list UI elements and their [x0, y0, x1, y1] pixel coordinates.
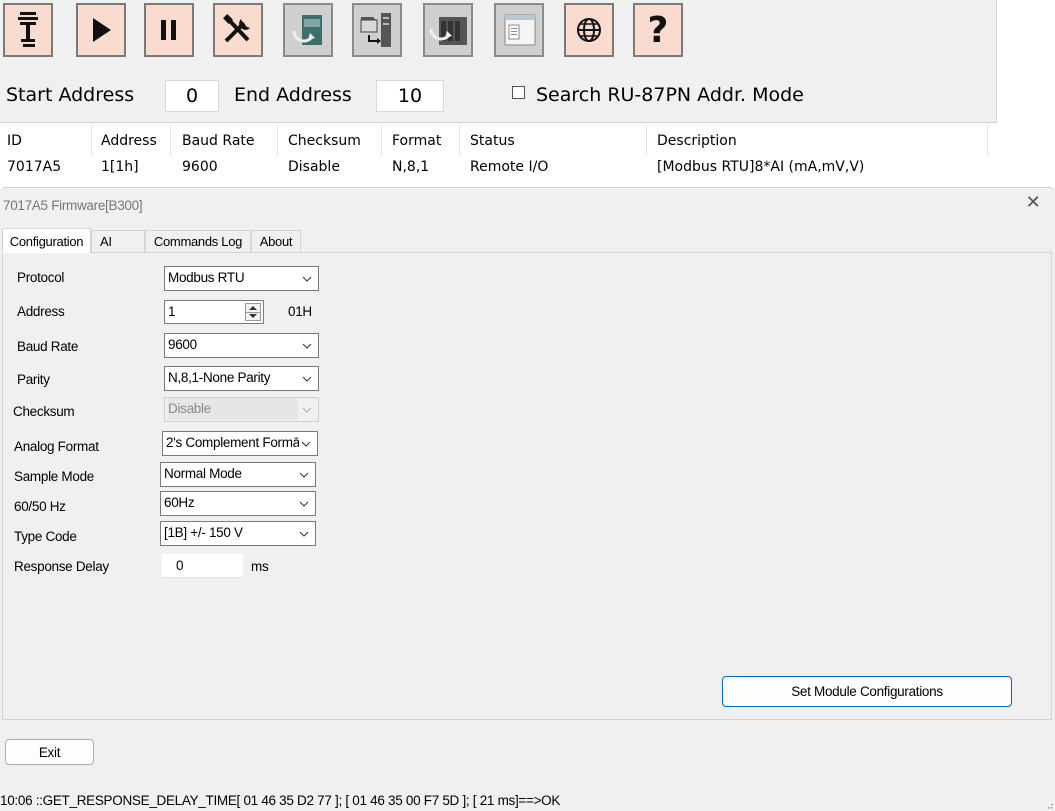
column-header-checksum[interactable]: Checksum	[288, 133, 361, 149]
protocol-select[interactable]: Modbus RTU	[164, 266, 319, 291]
cell-checksum[interactable]: Disable	[288, 159, 340, 175]
column-header-address[interactable]: Address	[101, 133, 157, 149]
chevron-down-icon	[297, 492, 311, 515]
rack-update-button[interactable]	[423, 3, 473, 57]
baud-rate-select[interactable]: 9600	[164, 333, 319, 358]
baud-rate-label: Baud Rate	[17, 339, 79, 354]
search-mode-checkbox[interactable]	[512, 86, 525, 99]
chevron-down-icon	[297, 463, 311, 486]
search-mode-label: Search RU-87PN Addr. Mode	[536, 84, 804, 106]
module-swap-button[interactable]	[352, 3, 402, 57]
cell-description[interactable]: [Modbus RTU]8*AI (mA,mV,V)	[657, 159, 864, 175]
column-header-description[interactable]: Description	[657, 133, 737, 149]
pause-icon	[161, 20, 176, 40]
cell-status[interactable]: Remote I/O	[470, 159, 548, 175]
checksum-label: Checksum	[13, 404, 75, 419]
checksum-value: Disable	[168, 398, 298, 420]
module-swap-icon	[360, 13, 391, 47]
module-firmware-icon	[292, 15, 322, 45]
end-address-label: End Address	[234, 84, 352, 106]
main-window: ? Start Address 0 End Address 10 Search …	[0, 0, 997, 190]
protocol-value: Modbus RTU	[168, 270, 245, 285]
start-address-label: Start Address	[6, 84, 135, 106]
sample-mode-select[interactable]: Normal Mode	[160, 462, 316, 487]
parity-value: N,8,1-None Parity	[168, 370, 271, 385]
protocol-label: Protocol	[17, 270, 65, 285]
response-delay-input[interactable]: 0	[162, 554, 243, 578]
type-code-label: Type Code	[14, 529, 77, 544]
parity-select[interactable]: N,8,1-None Parity	[164, 366, 319, 391]
cell-baud-rate[interactable]: 9600	[182, 159, 218, 175]
close-icon[interactable]: ✕	[1025, 193, 1041, 211]
address-hex: 01H	[288, 304, 312, 319]
module-probe-icon	[18, 12, 38, 47]
tab-about[interactable]: About	[251, 230, 301, 252]
resize-grip-icon[interactable]	[1045, 801, 1053, 809]
analog-format-value: 2's Complement Formā	[166, 435, 300, 450]
chevron-down-icon	[297, 522, 311, 545]
stepper-arrows-icon[interactable]	[245, 303, 261, 321]
tools-button[interactable]	[213, 3, 263, 57]
window-config-button[interactable]	[494, 3, 544, 57]
module-probe-button[interactable]	[3, 3, 53, 57]
svg-text:?: ?	[648, 10, 669, 50]
set-module-configurations-button[interactable]: Set Module Configurations	[722, 676, 1012, 707]
exit-button[interactable]: Exit	[5, 739, 94, 765]
globe-button[interactable]	[564, 3, 614, 57]
sample-mode-value: Normal Mode	[164, 466, 242, 481]
address-stepper[interactable]: 1	[164, 300, 264, 324]
address-value: 1	[168, 304, 176, 319]
response-delay-unit: ms	[251, 559, 269, 574]
analog-format-select[interactable]: 2's Complement Formā	[162, 431, 318, 456]
response-delay-label: Response Delay	[14, 559, 109, 574]
parity-label: Parity	[17, 372, 50, 387]
tab-ai[interactable]: AI	[91, 230, 145, 252]
column-header-format[interactable]: Format	[392, 133, 441, 149]
play-button[interactable]	[76, 3, 126, 57]
column-header-id[interactable]: ID	[7, 133, 22, 149]
type-code-select[interactable]: [1B] +/- 150 V	[160, 521, 316, 546]
cell-id[interactable]: 7017A5	[7, 159, 61, 175]
end-address-input[interactable]: 10	[376, 80, 444, 112]
start-address-input[interactable]: 0	[165, 80, 219, 112]
checksum-select: Disable	[164, 397, 319, 422]
address-range-row: Start Address 0 End Address 10 Search RU…	[0, 78, 997, 112]
chevron-down-icon	[300, 367, 314, 390]
help-button[interactable]: ?	[633, 3, 683, 57]
cell-format[interactable]: N,8,1	[392, 159, 429, 175]
chevron-down-icon	[300, 398, 314, 421]
rack-update-icon	[429, 17, 467, 45]
tab-commands-log[interactable]: Commands Log	[145, 230, 251, 252]
chevron-down-icon	[300, 334, 314, 357]
firmware-dialog: 7017A5 Firmware[B300] ✕ Configuration AI…	[0, 187, 1055, 811]
type-code-value: [1B] +/- 150 V	[164, 525, 243, 540]
tab-configuration[interactable]: Configuration	[2, 228, 91, 253]
address-label: Address	[17, 304, 65, 319]
cell-address[interactable]: 1[1h]	[101, 159, 139, 175]
baud-rate-value: 9600	[168, 337, 197, 352]
status-message: 10:06 ::GET_RESPONSE_DELAY_TIME[ 01 46 3…	[0, 793, 561, 808]
configuration-panel: Protocol Modbus RTU Address 1 01H Baud R…	[2, 252, 1052, 720]
chevron-down-icon	[300, 267, 314, 290]
column-header-status[interactable]: Status	[470, 133, 515, 149]
dialog-title: 7017A5 Firmware[B300]	[3, 198, 143, 213]
globe-icon	[577, 18, 601, 42]
help-icon: ?	[648, 10, 669, 50]
toolbar: ?	[0, 0, 997, 66]
window-config-icon	[504, 14, 536, 46]
frequency-label: 60/50 Hz	[14, 499, 66, 514]
analog-format-label: Analog Format	[14, 439, 99, 454]
frequency-select[interactable]: 60Hz	[160, 491, 316, 516]
column-header-baud-rate[interactable]: Baud Rate	[182, 133, 255, 149]
sample-mode-label: Sample Mode	[14, 469, 94, 484]
pause-button[interactable]	[144, 3, 194, 57]
module-list: ID Address Baud Rate Checksum Format Sta…	[0, 122, 997, 190]
play-icon	[93, 18, 111, 42]
module-firmware-button[interactable]	[283, 3, 333, 57]
tools-icon	[223, 14, 250, 43]
frequency-value: 60Hz	[164, 495, 195, 510]
chevron-down-icon	[299, 432, 313, 455]
